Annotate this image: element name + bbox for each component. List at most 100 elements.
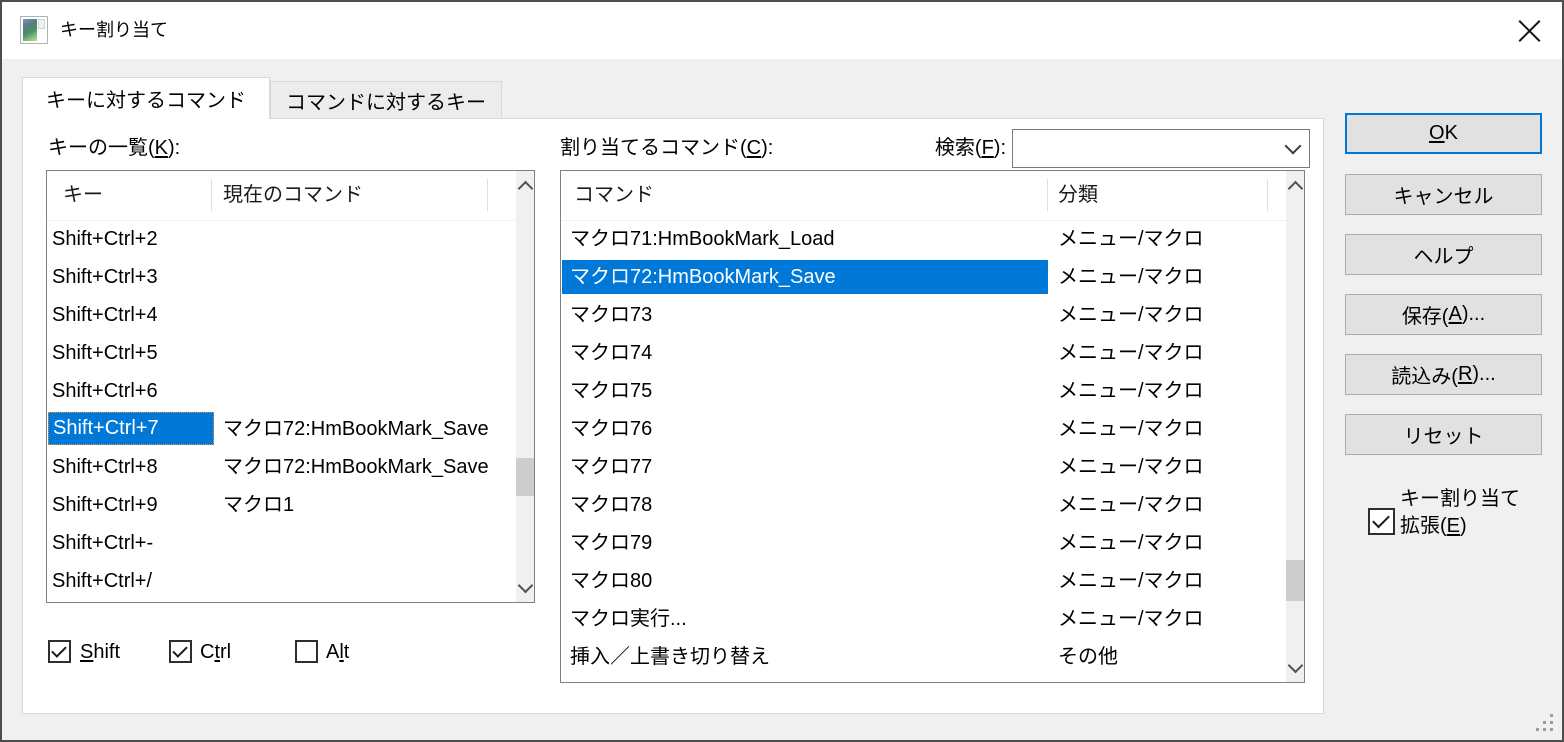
- cancel-button[interactable]: キャンセル: [1345, 174, 1542, 215]
- category-cell: メニュー/マクロ: [1058, 600, 1204, 638]
- command-list-row[interactable]: マクロ76 メニュー/マクロ: [561, 410, 1286, 448]
- key-assignment-extension-label: キー割り当て 拡張(E): [1400, 486, 1520, 540]
- command-cell: マクロ77: [570, 448, 652, 486]
- key-cell: Shift+Ctrl+3: [52, 258, 158, 296]
- key-list-row[interactable]: Shift+Ctrl+8 マクロ72:HmBookMark_Save: [47, 448, 516, 486]
- command-list-row[interactable]: 挿入／上書き切り替え その他: [561, 638, 1286, 676]
- key-list-row[interactable]: Shift+Ctrl+9 マクロ1: [47, 486, 516, 524]
- key-assignment-dialog: キー割り当て キーに対するコマンド コマンドに対するキー キーの一覧(K): キ…: [0, 0, 1564, 742]
- chevron-down-icon: [1287, 657, 1303, 673]
- tab-command-for-key[interactable]: キーに対するコマンド: [22, 77, 270, 119]
- scroll-down-button[interactable]: [1286, 652, 1304, 682]
- reset-button[interactable]: リセット: [1345, 414, 1542, 455]
- current-command-cell: マクロ1: [223, 486, 294, 524]
- current-command-cell: マクロ72:HmBookMark_Save: [223, 410, 489, 448]
- chevron-down-icon: [1285, 137, 1302, 154]
- search-combobox[interactable]: [1012, 129, 1310, 168]
- key-cell: Shift+Ctrl+2: [52, 220, 158, 258]
- key-list-header: キー 現在のコマンド: [47, 171, 516, 221]
- category-cell: メニュー/マクロ: [1058, 562, 1204, 600]
- command-list-row[interactable]: マクロ74 メニュー/マクロ: [561, 334, 1286, 372]
- column-header-command[interactable]: コマンド: [574, 171, 654, 220]
- key-list-scrollbar[interactable]: [516, 171, 534, 602]
- close-button[interactable]: [1504, 8, 1554, 54]
- load-button[interactable]: 読込み(R)...: [1345, 354, 1542, 395]
- search-label: 検索(F):: [892, 131, 1006, 160]
- key-list-row[interactable]: Shift+Ctrl+6: [47, 372, 516, 410]
- key-list-row[interactable]: Shift+Ctrl+4: [47, 296, 516, 334]
- chevron-up-icon: [517, 180, 533, 196]
- command-list-scrollbar[interactable]: [1286, 171, 1304, 682]
- scroll-up-button[interactable]: [516, 171, 534, 201]
- command-list-row[interactable]: マクロ80 メニュー/マクロ: [561, 562, 1286, 600]
- key-list[interactable]: キー 現在のコマンド Shift+Ctrl+2 Shift+Ctrl+3 Shi…: [46, 170, 535, 603]
- key-cell: Shift+Ctrl+9: [52, 486, 158, 524]
- search-input[interactable]: [1013, 130, 1277, 167]
- key-cell: Shift+Ctrl+4: [52, 296, 158, 334]
- category-cell: メニュー/マクロ: [1058, 410, 1204, 448]
- alt-checkbox-label: Alt: [326, 640, 349, 663]
- resize-grip-icon[interactable]: [1536, 714, 1539, 717]
- category-cell: メニュー/マクロ: [1058, 220, 1204, 258]
- category-cell: メニュー/マクロ: [1058, 258, 1204, 296]
- command-cell: マクロ71:HmBookMark_Load: [570, 220, 835, 258]
- tab-label: コマンドに対するキー: [286, 86, 486, 115]
- key-list-rows: Shift+Ctrl+2 Shift+Ctrl+3 Shift+Ctrl+4 S…: [47, 220, 516, 602]
- column-divider: [1267, 179, 1268, 211]
- shift-checkbox-label: Shift: [80, 640, 120, 663]
- column-header-current-command[interactable]: 現在のコマンド: [223, 171, 363, 220]
- key-list-row[interactable]: Shift+Ctrl+/: [47, 562, 516, 600]
- app-icon-thumbnail: [23, 19, 37, 41]
- scrollbar-thumb[interactable]: [1286, 560, 1304, 601]
- command-cell: マクロ75: [570, 372, 652, 410]
- chevron-up-icon: [1287, 180, 1303, 196]
- command-cell: マクロ実行...: [570, 600, 687, 638]
- scrollbar-thumb[interactable]: [516, 458, 534, 496]
- ok-button[interactable]: OK: [1345, 113, 1542, 154]
- column-header-key[interactable]: キー: [63, 171, 103, 220]
- key-list-row[interactable]: Shift+Ctrl+5: [47, 334, 516, 372]
- key-list-row[interactable]: Shift+Ctrl+3: [47, 258, 516, 296]
- command-list-row[interactable]: マクロ実行... メニュー/マクロ: [561, 600, 1286, 638]
- titlebar[interactable]: キー割り当て: [2, 2, 1562, 59]
- command-cell: マクロ76: [570, 410, 652, 448]
- command-list-header: コマンド 分類: [561, 171, 1286, 221]
- scroll-down-button[interactable]: [516, 572, 534, 602]
- column-header-category[interactable]: 分類: [1058, 171, 1098, 220]
- command-cell: マクロ78: [570, 486, 652, 524]
- save-button[interactable]: 保存(A)...: [1345, 294, 1542, 335]
- command-list-row[interactable]: マクロ72:HmBookMark_Save メニュー/マクロ: [561, 258, 1286, 296]
- key-list-row[interactable]: Shift+Ctrl+2: [47, 220, 516, 258]
- key-cell: Shift+Ctrl+-: [52, 524, 153, 562]
- command-cell: マクロ73: [570, 296, 652, 334]
- command-list-row[interactable]: マクロ73 メニュー/マクロ: [561, 296, 1286, 334]
- tab-key-for-command[interactable]: コマンドに対するキー: [270, 81, 502, 119]
- ctrl-checkbox[interactable]: [169, 640, 192, 663]
- command-list-row[interactable]: マクロ71:HmBookMark_Load メニュー/マクロ: [561, 220, 1286, 258]
- command-list[interactable]: コマンド 分類 マクロ71:HmBookMark_Load メニュー/マクロ マ…: [560, 170, 1305, 683]
- key-cell: Shift+Ctrl+6: [52, 372, 158, 410]
- app-icon: [20, 16, 48, 44]
- key-list-row[interactable]: Shift+Ctrl+7 マクロ72:HmBookMark_Save: [47, 410, 516, 448]
- help-button[interactable]: ヘルプ: [1345, 234, 1542, 275]
- command-cell: 挿入／上書き切り替え: [570, 638, 770, 676]
- key-cell: Shift+Ctrl+8: [52, 448, 158, 486]
- command-cell: マクロ72:HmBookMark_Save: [562, 260, 1048, 294]
- combobox-dropdown-button[interactable]: [1277, 130, 1309, 167]
- column-divider: [487, 179, 488, 211]
- shift-checkbox[interactable]: [48, 640, 71, 663]
- alt-checkbox[interactable]: [295, 640, 318, 663]
- command-list-row[interactable]: マクロ78 メニュー/マクロ: [561, 486, 1286, 524]
- scroll-up-button[interactable]: [1286, 171, 1304, 201]
- command-list-row[interactable]: マクロ79 メニュー/マクロ: [561, 524, 1286, 562]
- category-cell: メニュー/マクロ: [1058, 296, 1204, 334]
- command-list-row[interactable]: マクロ77 メニュー/マクロ: [561, 448, 1286, 486]
- current-command-cell: マクロ72:HmBookMark_Save: [223, 448, 489, 486]
- key-list-row[interactable]: Shift+Ctrl+-: [47, 524, 516, 562]
- extension-label-line1: キー割り当て: [1400, 486, 1520, 513]
- key-assignment-extension-checkbox[interactable]: [1368, 508, 1395, 535]
- column-divider: [1047, 179, 1048, 211]
- command-list-row[interactable]: マクロ75 メニュー/マクロ: [561, 372, 1286, 410]
- command-cell: マクロ79: [570, 524, 652, 562]
- extension-label-line2: 拡張(E): [1400, 513, 1520, 540]
